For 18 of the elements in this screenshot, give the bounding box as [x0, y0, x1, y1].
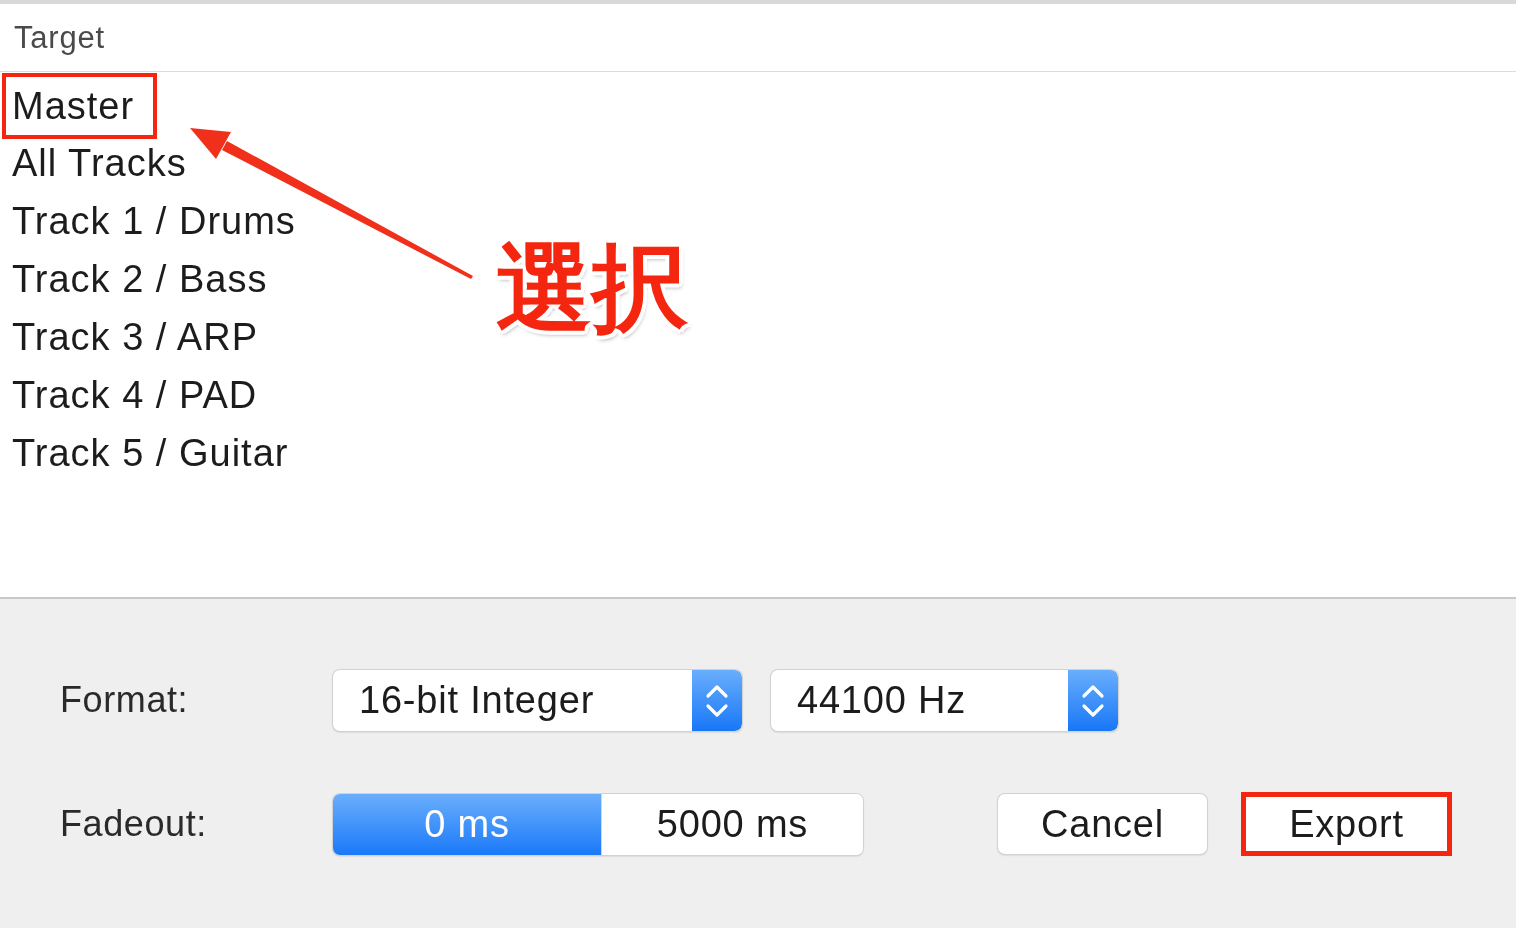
callout-label: 選択: [495, 231, 689, 346]
dialog-button[interactable]: Export: [1246, 797, 1447, 851]
column-header: Target: [14, 19, 105, 56]
target-item[interactable]: Track 3 / ARP: [12, 314, 258, 360]
dialog-button[interactable]: Cancel: [998, 794, 1207, 854]
format-label: Format:: [60, 679, 189, 721]
fadeout-label: Fadeout:: [60, 803, 207, 845]
segment-button[interactable]: 5000 ms: [601, 793, 863, 855]
target-item[interactable]: Master: [2, 73, 158, 139]
target-item[interactable]: Track 4 / PAD: [12, 372, 258, 418]
stepper-icon: [692, 669, 742, 731]
target-item[interactable]: Track 5 / Guitar: [12, 430, 289, 476]
popup-button[interactable]: 16-bit Integer: [333, 669, 742, 731]
target-item[interactable]: Track 1 / Drums: [12, 198, 296, 244]
target-item[interactable]: Track 2 / Bass: [12, 256, 268, 302]
popup-button[interactable]: 44100 Hz: [771, 669, 1118, 731]
stepper-icon: [1068, 669, 1118, 731]
target-item[interactable]: All Tracks: [12, 140, 187, 186]
